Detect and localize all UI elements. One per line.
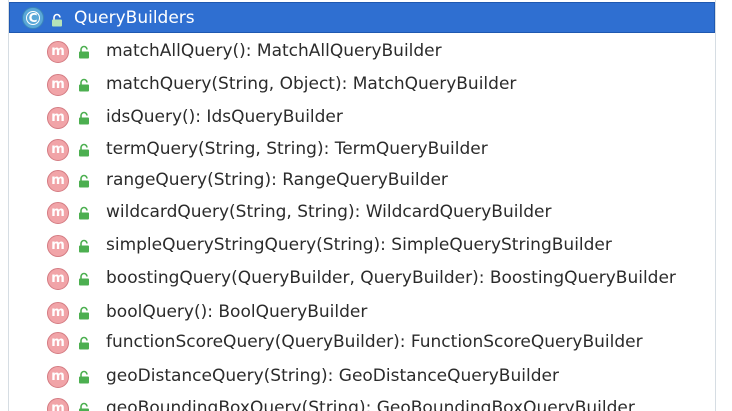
lock-icon (77, 305, 91, 324)
method-signature: idsQuery(): IdsQueryBuilder (106, 107, 343, 127)
lock-icon (77, 110, 91, 129)
class-icon: C (22, 7, 44, 29)
method-icon: m (47, 235, 69, 257)
method-row[interactable]: m matchAllQuery(): MatchAllQueryBuilder (9, 36, 715, 66)
method-icon: m (47, 398, 69, 411)
method-icon: m (47, 107, 69, 129)
method-signature: boolQuery(): BoolQueryBuilder (106, 302, 368, 322)
method-signature: rangeQuery(String): RangeQueryBuilder (106, 170, 448, 190)
method-icon: m (47, 170, 69, 192)
method-row[interactable]: m rangeQuery(String): RangeQueryBuilder (9, 165, 715, 195)
class-title: QueryBuilders (74, 8, 195, 28)
method-signature: functionScoreQuery(QueryBuilder): Functi… (106, 332, 643, 352)
method-icon: m (47, 302, 69, 324)
method-signature: boostingQuery(QueryBuilder, QueryBuilder… (106, 268, 676, 288)
lock-icon (77, 77, 91, 96)
method-signature: simpleQueryStringQuery(String): SimpleQu… (106, 235, 612, 255)
method-icon: m (47, 332, 69, 354)
method-row[interactable]: m boolQuery(): BoolQueryBuilder (9, 297, 715, 327)
lock-icon (77, 44, 91, 63)
method-row[interactable]: m wildcardQuery(String, String): Wildcard… (9, 197, 715, 227)
method-row[interactable]: m boostingQuery(QueryBuilder, QueryBuilde… (9, 263, 715, 293)
lock-icon (77, 173, 91, 192)
method-row[interactable]: m termQuery(String, String): TermQueryBui… (9, 134, 715, 164)
method-row[interactable]: m geoBoundingBoxQuery(String): GeoBoundin… (9, 393, 715, 411)
method-row[interactable]: m simpleQueryStringQuery(String): SimpleQ… (9, 230, 715, 260)
method-signature: geoDistanceQuery(String): GeoDistanceQue… (106, 366, 559, 386)
method-row[interactable]: m functionScoreQuery(QueryBuilder): Funct… (9, 327, 715, 357)
lock-icon (77, 369, 91, 388)
method-icon: m (47, 268, 69, 290)
lock-icon (77, 401, 91, 411)
method-signature: termQuery(String, String): TermQueryBuil… (106, 139, 488, 159)
lock-icon (77, 335, 91, 354)
lock-icon (77, 205, 91, 224)
method-row[interactable]: m matchQuery(String, Object): MatchQueryB… (9, 69, 715, 99)
lock-icon (77, 142, 91, 161)
method-signature: matchAllQuery(): MatchAllQueryBuilder (106, 41, 442, 61)
lock-icon (77, 271, 91, 290)
method-signature: matchQuery(String, Object): MatchQueryBu… (106, 74, 517, 94)
lock-icon (50, 12, 64, 31)
method-icon: m (47, 366, 69, 388)
method-icon: m (47, 41, 69, 63)
method-row[interactable]: m geoDistanceQuery(String): GeoDistanceQu… (9, 361, 715, 391)
structure-panel: C QueryBuilders m matchAllQuery(): MatchA… (8, 0, 716, 411)
method-row[interactable]: m idsQuery(): IdsQueryBuilder (9, 102, 715, 132)
lock-icon (77, 238, 91, 257)
method-signature: geoBoundingBoxQuery(String): GeoBounding… (106, 398, 635, 411)
method-icon: m (47, 74, 69, 96)
method-icon: m (47, 139, 69, 161)
method-signature: wildcardQuery(String, String): WildcardQ… (106, 202, 552, 222)
class-header-row[interactable]: C QueryBuilders (9, 2, 715, 33)
method-icon: m (47, 202, 69, 224)
